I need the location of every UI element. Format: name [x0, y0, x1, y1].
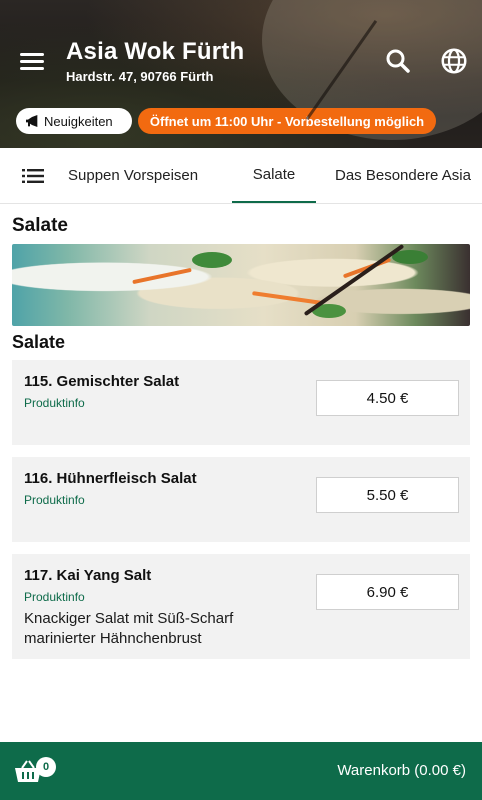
tab-suppen-vorspeisen[interactable]: Suppen Vorspeisen — [68, 148, 198, 203]
news-button[interactable]: Neuigkeiten — [16, 108, 132, 134]
search-icon[interactable] — [383, 46, 413, 76]
globe-icon[interactable] — [439, 46, 469, 76]
item-name: 116. Hühnerfleisch Salat — [24, 470, 197, 487]
add-to-cart-price-button[interactable]: 4.50 € — [316, 380, 459, 416]
app-header: Asia Wok Fürth Hardstr. 47, 90766 Fürth … — [0, 0, 482, 148]
cart-bar[interactable]: 0 Warenkorb (0.00 €) — [0, 742, 482, 800]
menu-item[interactable]: 115. Gemischter Salat Produktinfo 4.50 € — [12, 360, 470, 445]
list-icon[interactable] — [22, 168, 44, 184]
megaphone-icon — [26, 115, 38, 127]
menu-item[interactable]: 117. Kai Yang Salt Produktinfo Knackiger… — [12, 554, 470, 659]
category-tabs: Suppen Vorspeisen Salate Das Besondere A… — [0, 148, 482, 204]
item-name: 115. Gemischter Salat — [24, 373, 180, 390]
news-label: Neuigkeiten — [44, 113, 113, 129]
restaurant-title: Asia Wok Fürth — [66, 38, 245, 65]
menu-icon[interactable] — [20, 50, 46, 72]
category-banner-image — [12, 244, 470, 326]
add-to-cart-price-button[interactable]: 5.50 € — [316, 477, 459, 513]
product-info-link[interactable]: Produktinfo — [24, 590, 85, 604]
item-name: 117. Kai Yang Salt — [24, 567, 152, 584]
product-info-link[interactable]: Produktinfo — [24, 493, 85, 507]
cart-count-badge: 0 — [36, 757, 56, 777]
subcategory-title: Salate — [12, 332, 66, 352]
tab-das-besondere-asia[interactable]: Das Besondere Asia — [335, 148, 471, 203]
add-to-cart-price-button[interactable]: 6.90 € — [316, 574, 459, 610]
menu-item[interactable]: 116. Hühnerfleisch Salat Produktinfo 5.5… — [12, 457, 470, 542]
product-info-link[interactable]: Produktinfo — [24, 396, 85, 410]
tab-salate[interactable]: Salate — [232, 148, 316, 203]
cart-total-label: Warenkorb (0.00 €) — [337, 762, 466, 779]
category-title: Salate — [12, 215, 68, 236]
restaurant-address: Hardstr. 47, 90766 Fürth — [66, 69, 214, 84]
opening-status-badge: Öffnet um 11:00 Uhr - Vorbestellung mögl… — [138, 108, 436, 134]
item-description: Knackiger Salat mit Süß-Scharf mariniert… — [24, 610, 234, 647]
